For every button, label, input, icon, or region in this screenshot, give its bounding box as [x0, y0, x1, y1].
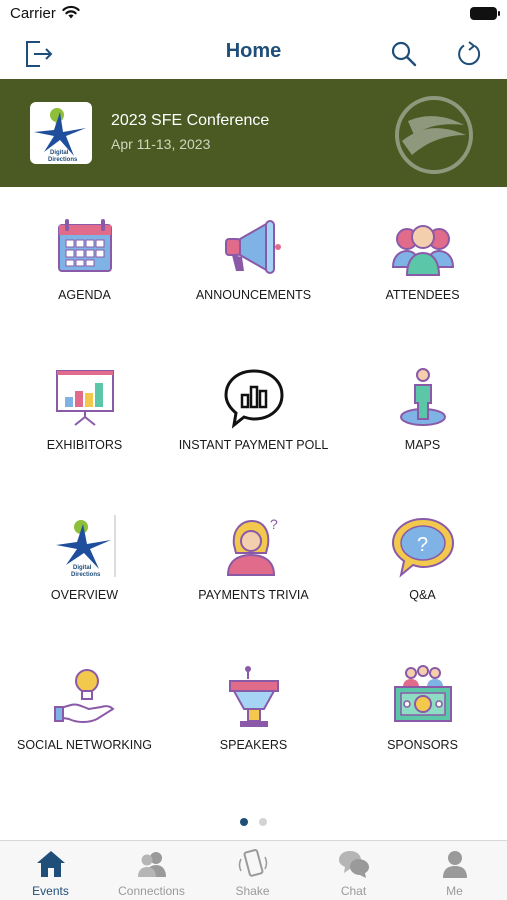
- tile-label: ANNOUNCEMENTS: [195, 288, 312, 302]
- tile-label: SPONSORS: [387, 738, 458, 752]
- tab-label: Shake: [235, 884, 270, 898]
- svg-text:Directions: Directions: [48, 157, 78, 163]
- events-house-icon: [36, 851, 65, 877]
- status-bar: Carrier: [0, 0, 507, 30]
- connections-icon: [137, 852, 166, 877]
- tab-label: Events: [32, 884, 69, 898]
- refresh-button[interactable]: [451, 36, 487, 72]
- event-banner[interactable]: Digital Directions 2023 SFE Conference A…: [0, 79, 507, 187]
- tile-label: OVERVIEW: [50, 588, 119, 602]
- tile-label: EXHIBITORS: [46, 438, 123, 452]
- tile-label: INSTANT PAYMENT POLL: [178, 438, 329, 452]
- question-bubble-icon: ?: [391, 517, 454, 578]
- trivia-person-icon: ?: [226, 516, 278, 576]
- tab-label: Me: [446, 884, 463, 898]
- search-button[interactable]: [386, 36, 422, 72]
- page-indicator[interactable]: [0, 818, 507, 828]
- tab-bar: Events Connections Shake Chat Me: [0, 840, 507, 900]
- svg-text:?: ?: [270, 516, 278, 532]
- page-dot[interactable]: [259, 818, 267, 826]
- search-icon: [391, 41, 417, 67]
- event-emblem-icon: [395, 96, 473, 174]
- tile-label: PAYMENTS TRIVIA: [198, 588, 309, 602]
- tile-label: AGENDA: [58, 288, 111, 302]
- map-person-icon: [399, 368, 446, 426]
- tab-connections[interactable]: Connections: [101, 841, 202, 900]
- tile-label: SOCIAL NETWORKING: [17, 738, 152, 752]
- digital-directions-logo-icon: Digital Directions: [34, 108, 86, 163]
- tab-shake[interactable]: Shake: [202, 841, 303, 900]
- event-title: 2023 SFE Conference: [111, 112, 270, 129]
- tile-agenda[interactable]: AGENDA: [0, 187, 169, 337]
- podium-icon: [228, 666, 279, 727]
- page-title: Home: [225, 40, 282, 62]
- refresh-icon: [458, 41, 481, 66]
- digital-directions-logo-icon: Digital Directions: [55, 515, 115, 578]
- tile-social-networking[interactable]: SOCIAL NETWORKING: [0, 637, 169, 787]
- tile-label: ATTENDEES: [385, 288, 460, 302]
- svg-text:Directions: Directions: [71, 572, 101, 578]
- tile-q-and-a[interactable]: ? Q&A: [338, 487, 507, 637]
- tile-instant-payment-poll[interactable]: INSTANT PAYMENT POLL: [169, 337, 338, 487]
- event-date: Apr 11-13, 2023: [111, 136, 211, 152]
- nav-bar: Home: [0, 30, 507, 79]
- page-dot-active[interactable]: [240, 818, 248, 826]
- chat-icon: [338, 851, 369, 878]
- svg-text:Digital: Digital: [50, 150, 69, 156]
- tab-chat[interactable]: Chat: [303, 841, 404, 900]
- tile-payments-trivia[interactable]: ? PAYMENTS TRIVIA: [169, 487, 338, 637]
- wifi-icon: [62, 5, 80, 19]
- shake-phone-icon: [238, 849, 267, 877]
- tile-exhibitors[interactable]: EXHIBITORS: [0, 337, 169, 487]
- tile-label: SPEAKERS: [219, 738, 288, 752]
- tile-overview[interactable]: Digital Directions OVERVIEW: [0, 487, 169, 637]
- tile-label: MAPS: [404, 438, 441, 452]
- tile-maps[interactable]: MAPS: [338, 337, 507, 487]
- tile-speakers[interactable]: SPEAKERS: [169, 637, 338, 787]
- lightbulb-hand-icon: [53, 669, 115, 723]
- poll-bubble-icon: [223, 369, 284, 429]
- tab-events[interactable]: Events: [0, 841, 101, 900]
- tab-label: Chat: [340, 884, 367, 898]
- presentation-chart-icon: [55, 370, 114, 426]
- svg-text:Digital: Digital: [73, 565, 92, 571]
- tile-label: Q&A: [409, 588, 436, 602]
- calendar-icon: [57, 219, 112, 272]
- tile-announcements[interactable]: ANNOUNCEMENTS: [169, 187, 338, 337]
- event-logo: Digital Directions: [30, 102, 92, 164]
- feature-grid: AGENDA ANNOUNCEMENTS ATTENDEES EXHIBITOR…: [0, 187, 507, 807]
- sponsors-icon: [393, 665, 452, 722]
- tab-label: Connections: [118, 884, 185, 898]
- people-icon: [391, 225, 454, 276]
- tab-me[interactable]: Me: [404, 841, 505, 900]
- tile-sponsors[interactable]: SPONSORS: [338, 637, 507, 787]
- megaphone-icon: [224, 220, 281, 274]
- svg-text:?: ?: [417, 534, 428, 556]
- carrier-label: Carrier: [10, 5, 56, 22]
- me-person-icon: [442, 851, 467, 878]
- battery-icon: [470, 7, 500, 20]
- tile-attendees[interactable]: ATTENDEES: [338, 187, 507, 337]
